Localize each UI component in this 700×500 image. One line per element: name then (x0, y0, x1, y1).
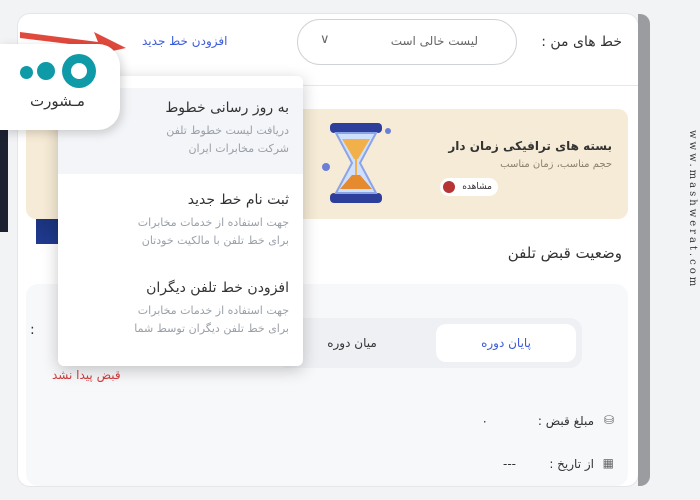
lines-select-value: لیست خالی است (390, 34, 478, 48)
bill-amount-value: ۰ (481, 414, 488, 428)
banner-view-button[interactable]: مشاهده (440, 178, 498, 196)
chevron-down-icon: ∨ (320, 32, 330, 47)
bill-amount-label: مبلغ قبض : (537, 414, 594, 428)
site-watermark: www.mashwerat.com (687, 130, 698, 290)
dropdown-item-desc-line: جهت استفاده از خدمات مخابرات (137, 216, 289, 229)
dropdown-item-register-line[interactable]: ثبت نام خط جدید جهت استفاده از خدمات مخا… (58, 182, 303, 268)
add-new-line-link[interactable]: افزودن خط جدید (142, 34, 227, 48)
dropdown-item-add-others-line[interactable]: افزودن خط تلفن دیگران جهت استفاده از خدم… (58, 270, 303, 356)
bill-status-title: وضعیت قبض تلفن (507, 244, 622, 262)
logo-dot (37, 62, 55, 80)
banner-subtitle: حجم مناسب، زمان مناسب (500, 159, 612, 170)
date-from-value: --- (503, 457, 516, 471)
period-tabs: پایان دوره میان دوره (276, 318, 582, 368)
tab-end-period[interactable]: پایان دوره (436, 324, 576, 362)
date-from-label: از تاریخ : (549, 457, 594, 471)
logo-text: مـشورت (30, 92, 85, 110)
lines-select[interactable]: لیست خالی است ∨ (297, 19, 517, 65)
dropdown-item-desc: جهت استفاده از خدمات مخابرات برای خط تلف… (58, 302, 303, 338)
my-lines-label: خط های من : (541, 34, 622, 50)
left-colon-text: : (30, 322, 35, 338)
dropdown-item-desc: جهت استفاده از خدمات مخابرات برای خط تلف… (58, 214, 303, 250)
hourglass-icon (322, 123, 391, 203)
calendar-icon: ▦ (602, 456, 614, 470)
bill-not-found-text: قبض پیدا نشد (52, 368, 121, 382)
dropdown-item-desc-line: شرکت مخابرات ایران (188, 142, 289, 155)
logo-ring (62, 54, 96, 88)
dropdown-item-desc-line: جهت استفاده از خدمات مخابرات (137, 304, 289, 317)
coins-icon: ⛁ (603, 413, 614, 427)
banner-title: بسته های ترافیکی زمان دار (448, 139, 612, 153)
logo-dot (20, 66, 33, 79)
site-logo: مـشورت (0, 44, 120, 130)
dropdown-item-desc-line: برای خط تلفن دیگران توسط شما (134, 322, 289, 335)
page-scrollbar[interactable] (638, 14, 650, 486)
dropdown-item-title: ثبت نام خط جدید (187, 192, 289, 208)
dropdown-item-title: افزودن خط تلفن دیگران (146, 280, 289, 296)
tab-mid-period[interactable]: میان دوره (282, 324, 422, 362)
dropdown-item-desc-line: برای خط تلفن با مالکیت خودتان (141, 234, 289, 247)
